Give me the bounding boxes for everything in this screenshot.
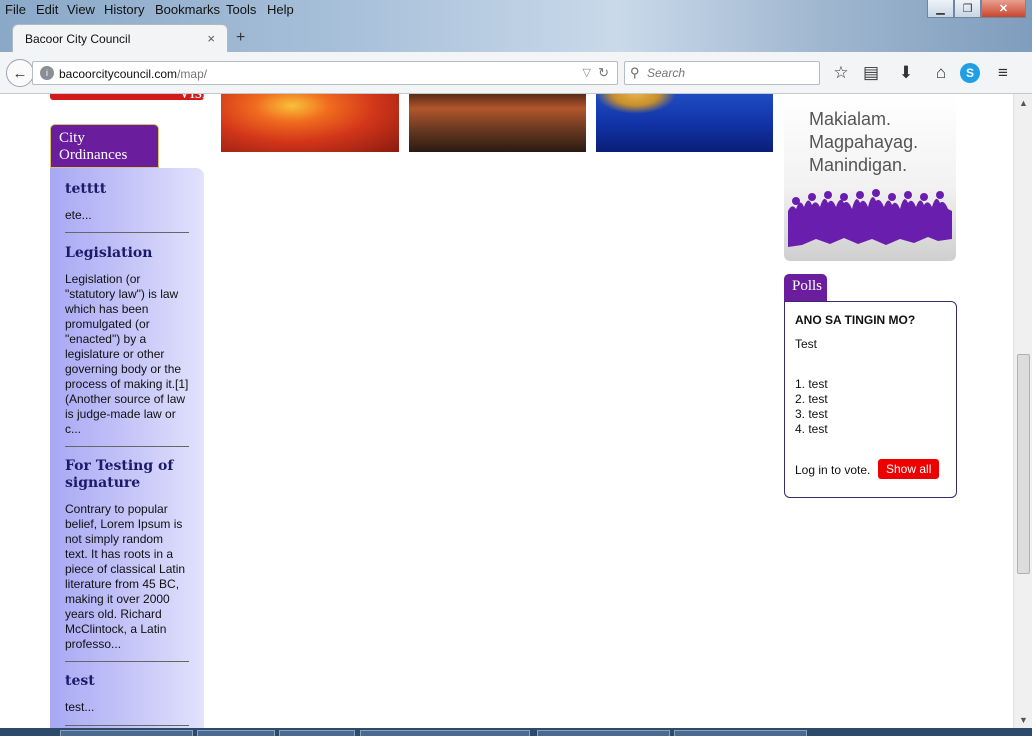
visit-us-banner[interactable]: Visit Us (50, 94, 212, 123)
reload-icon[interactable]: ↻ (598, 65, 609, 81)
login-to-vote-link[interactable]: Log in to vote. (795, 463, 870, 477)
scroll-up-icon[interactable]: ▲ (1019, 98, 1028, 108)
window-controls: ▁ ❐ ✕ (927, 0, 1026, 18)
show-all-button[interactable]: Show all (878, 459, 940, 479)
url-text[interactable]: bacoorcitycouncil.com/map/ (59, 67, 207, 81)
browser-chrome: File Edit View History Bookmarks Tools H… (0, 0, 1032, 94)
list-item: Legislation Legislation (or "statutory l… (65, 245, 189, 437)
ad-line: Manindigan. (809, 155, 908, 175)
arrow-left-icon: ← (12, 64, 28, 82)
jellyfish-highlight (596, 94, 676, 114)
ordinance-excerpt: Contrary to popular belief, Lorem Ipsum … (65, 502, 186, 651)
ordinance-title[interactable]: Legislation (65, 245, 189, 262)
taskbar-task[interactable] (60, 730, 193, 736)
restore-button[interactable]: ❐ (954, 0, 981, 18)
list-item: test test... (65, 673, 189, 715)
visit-us-label: Visit Us (178, 94, 212, 123)
volcano-photo[interactable] (409, 94, 586, 152)
url-path: /map/ (177, 67, 208, 81)
download-icon[interactable]: ⬇ (896, 63, 916, 83)
ordinance-title[interactable]: tetttt (65, 181, 189, 198)
skype-icon[interactable]: S (960, 63, 980, 83)
globe-icon: i (40, 66, 54, 80)
makialam-ad-banner[interactable]: Makialam. Magpahayag. Manindigan. (784, 94, 956, 261)
ordinance-excerpt: test... (65, 700, 95, 714)
page-scrollbar[interactable]: ▲ ▼ (1013, 94, 1032, 728)
search-icon: ⚲ (630, 65, 640, 80)
scroll-down-icon[interactable]: ▼ (1019, 715, 1028, 725)
polls-tab: Polls (784, 274, 827, 301)
taskbar-task[interactable] (360, 730, 530, 736)
windows-taskbar (0, 728, 1032, 736)
url-bar[interactable]: i bacoorcitycouncil.com/map/ ▽ ↻ (32, 61, 618, 85)
ad-slogan: Makialam. Magpahayag. Manindigan. (809, 108, 918, 177)
new-tab-button[interactable]: + (236, 29, 245, 47)
menu-tools[interactable]: Tools (226, 2, 256, 17)
ordinances-panel: tetttt ete... Legislation Legislation (o… (50, 168, 204, 728)
divider (65, 725, 189, 726)
navigation-toolbar: ← i bacoorcitycouncil.com/map/ ▽ ↻ ⚲ ☆ ▤… (0, 52, 1032, 94)
taskbar-task[interactable] (537, 730, 670, 736)
menu-help[interactable]: Help (267, 2, 294, 17)
poll-description: Test (795, 337, 818, 351)
tab-title: Bacoor City Council (25, 32, 131, 46)
poll-option: 4. test (795, 422, 828, 436)
menu-bar: File Edit View History Bookmarks Tools H… (0, 0, 900, 20)
city-ordinances-tab: City Ordinances (50, 124, 159, 168)
poll-option: 1. test (795, 377, 828, 391)
divider (65, 661, 189, 662)
search-input[interactable] (647, 66, 812, 80)
list-item: For Testing of signature Contrary to pop… (65, 458, 189, 652)
star-icon[interactable]: ☆ (831, 63, 851, 83)
page-content: Visit Us City Ordinances tetttt ete... L… (0, 94, 1013, 728)
ordinance-excerpt: ete... (65, 208, 92, 222)
ad-line: Magpahayag. (809, 132, 919, 152)
search-box[interactable]: ⚲ (624, 61, 820, 85)
hamburger-menu-icon[interactable]: ≡ (993, 63, 1013, 83)
minimize-button[interactable]: ▁ (927, 0, 954, 18)
dropdown-arrow-icon[interactable]: ▽ (583, 66, 591, 79)
url-domain: bacoorcitycouncil.com (59, 67, 178, 81)
list-item: tetttt ete... (65, 181, 189, 223)
tab-strip: Bacoor City Council × + (0, 24, 1032, 52)
back-button[interactable]: ← (6, 59, 34, 87)
scrollbar-thumb[interactable] (1017, 354, 1030, 574)
close-window-button[interactable]: ✕ (981, 0, 1026, 18)
ad-line: Makialam. (809, 109, 892, 129)
poll-option: 3. test (795, 407, 828, 421)
poll-options: 1. test 2. test 3. test 4. test (795, 377, 828, 437)
close-icon[interactable]: × (207, 31, 215, 46)
tab-bacoor-city-council[interactable]: Bacoor City Council × (12, 24, 228, 52)
menu-history[interactable]: History (104, 2, 144, 17)
ordinance-title[interactable]: test (65, 673, 189, 690)
poll-box: ANO SA TINGIN MO? Test 1. test 2. test 3… (784, 301, 957, 498)
menu-edit[interactable]: Edit (36, 2, 58, 17)
menu-view[interactable]: View (67, 2, 95, 17)
poll-question: ANO SA TINGIN MO? (795, 313, 916, 327)
menu-bookmarks[interactable]: Bookmarks (155, 2, 220, 17)
menu-file[interactable]: File (5, 2, 26, 17)
divider (65, 232, 189, 233)
taskbar-task[interactable] (674, 730, 807, 736)
poll-option: 2. test (795, 392, 828, 406)
crowd-silhouette-icon (788, 189, 952, 247)
divider (65, 446, 189, 447)
taskbar-task[interactable] (197, 730, 275, 736)
reading-list-icon[interactable]: ▤ (861, 63, 881, 83)
home-icon[interactable]: ⌂ (931, 63, 951, 83)
ordinance-title[interactable]: For Testing of signature (65, 458, 189, 492)
ordinance-excerpt: Legislation (or "statutory law") is law … (65, 272, 189, 436)
flower-photo[interactable] (221, 94, 399, 152)
taskbar-task[interactable] (279, 730, 355, 736)
